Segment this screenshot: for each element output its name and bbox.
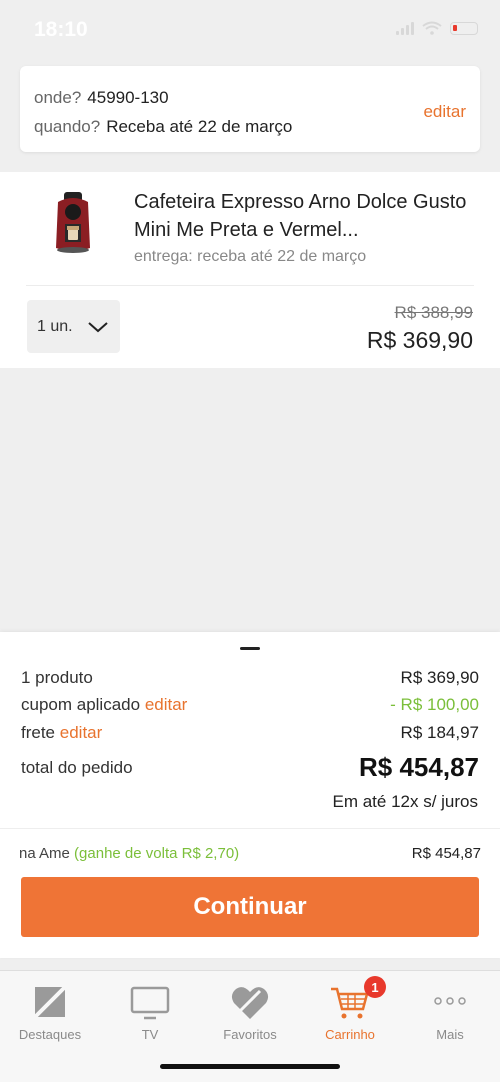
coupon-value: - R$ 100,00	[390, 695, 479, 714]
signal-icon	[396, 21, 414, 35]
shipping-label: frete	[21, 723, 56, 742]
nav-label: Favoritos	[223, 1027, 277, 1042]
product-name[interactable]: Cafeteira Expresso Arno Dolce Gusto Mini…	[134, 188, 474, 244]
nav-item-destaques[interactable]: Destaques	[0, 979, 100, 1049]
status-time: 18:10	[34, 18, 88, 41]
nav-item-tv[interactable]: TV	[100, 979, 200, 1049]
total-value: R$ 454,87	[359, 752, 479, 782]
when-value: Receba até 22 de março	[106, 117, 293, 136]
where-value: 45990-130	[87, 88, 169, 107]
delivery-when-row: quando? Receba até 22 de março	[34, 117, 292, 137]
more-dots-icon	[434, 997, 466, 1005]
edit-coupon-link[interactable]: editar	[145, 695, 188, 714]
total-row: total do pedido R$ 454,87	[21, 752, 479, 782]
status-icons	[396, 21, 478, 35]
coupon-label: cupom aplicado	[21, 695, 141, 714]
heart-icon	[231, 987, 269, 1019]
nav-item-carrinho[interactable]: 1 Carrinho	[300, 976, 400, 1049]
home-indicator	[160, 1064, 340, 1069]
nav-label: TV	[141, 1027, 159, 1042]
shipping-value: R$ 184,97	[400, 723, 479, 742]
coupon-row: cupom aplicado editar - R$ 100,00	[21, 695, 479, 715]
ame-cashback-text: (ganhe de volta R$ 2,70)	[74, 845, 240, 862]
product-image[interactable]	[50, 190, 96, 260]
nav-label: Destaques	[18, 1027, 82, 1042]
order-summary-sheet: 1 produto R$ 369,90 cupom aplicado edita…	[0, 632, 500, 958]
ame-value: R$ 454,87	[411, 845, 481, 862]
quantity-value: 1 un.	[37, 317, 73, 335]
divider	[26, 285, 474, 286]
when-label: quando?	[34, 117, 101, 136]
cart-count-badge: 1	[364, 976, 386, 998]
cart-item: Cafeteira Expresso Arno Dolce Gusto Mini…	[0, 172, 500, 368]
wifi-icon	[422, 21, 442, 35]
nav-item-favoritos[interactable]: Favoritos	[200, 979, 300, 1049]
edit-delivery-link[interactable]: editar	[423, 102, 466, 122]
ame-payment-row: na Ame (ganhe de volta R$ 2,70) R$ 454,8…	[19, 845, 481, 862]
nav-label: Mais	[436, 1027, 464, 1042]
battery-icon	[450, 21, 478, 35]
highlights-icon	[33, 985, 67, 1019]
products-value: R$ 369,90	[400, 668, 479, 687]
total-label: total do pedido	[21, 758, 133, 777]
where-label: onde?	[34, 88, 82, 107]
product-price: R$ 369,90	[366, 327, 473, 353]
products-label: 1 produto	[21, 668, 93, 687]
nav-item-mais[interactable]: Mais	[400, 979, 500, 1049]
ame-label: na Ame	[19, 845, 70, 862]
edit-shipping-link[interactable]: editar	[60, 723, 103, 742]
old-price: R$ 388,99	[394, 303, 473, 322]
continue-button[interactable]: Continuar	[21, 877, 479, 937]
chevron-down-icon	[87, 321, 108, 332]
tv-icon	[130, 986, 170, 1020]
sheet-drag-handle[interactable]	[240, 647, 260, 650]
product-delivery-text: entrega: receba até 22 de março	[134, 248, 367, 265]
shipping-row: frete editar R$ 184,97	[21, 723, 479, 743]
products-row: 1 produto R$ 369,90	[21, 668, 479, 688]
nav-label: Carrinho	[325, 1027, 375, 1042]
delivery-where-row: onde? 45990-130	[34, 88, 169, 108]
installments-text: Em até 12x s/ juros	[332, 792, 478, 811]
divider	[0, 828, 500, 829]
delivery-card: onde? 45990-130 quando? Receba até 22 de m…	[20, 66, 480, 152]
quantity-select[interactable]: 1 un.	[27, 300, 120, 353]
status-bar: 18:10	[0, 0, 500, 60]
